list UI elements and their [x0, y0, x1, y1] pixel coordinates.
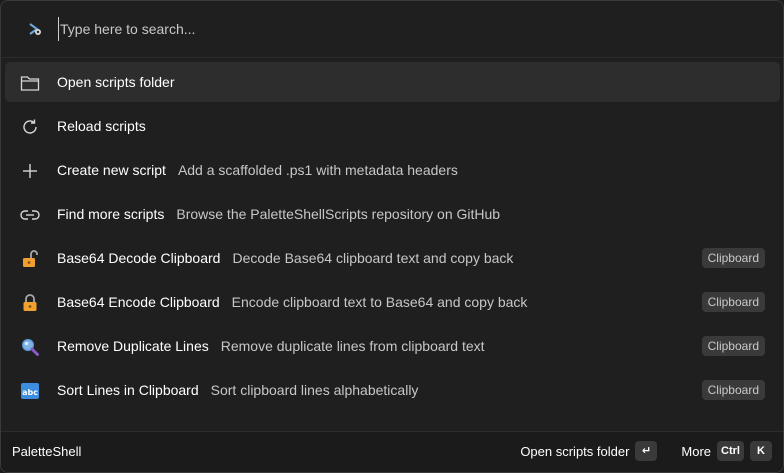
link-icon [20, 205, 40, 225]
category-tag: Clipboard [701, 248, 765, 268]
list-item-create-new-script[interactable]: Create new script Add a scaffolded .ps1 … [5, 150, 780, 190]
unlock-icon [20, 249, 40, 269]
refresh-icon [20, 117, 40, 137]
more-action-label[interactable]: More [681, 444, 711, 459]
list-item-remove-duplicate-lines[interactable]: Remove Duplicate Lines Remove duplicate … [5, 326, 780, 366]
item-description: Encode clipboard text to Base64 and copy… [231, 294, 528, 310]
item-title: Find more scripts [57, 206, 165, 222]
svg-text:abc: abc [22, 388, 38, 397]
ctrl-key-hint: Ctrl [717, 441, 744, 461]
search-input[interactable] [58, 17, 760, 41]
item-description: Decode Base64 clipboard text and copy ba… [232, 250, 514, 266]
item-title: Remove Duplicate Lines [57, 338, 209, 354]
list-item-base64-decode[interactable]: Base64 Decode Clipboard Decode Base64 cl… [5, 238, 780, 278]
primary-action-label[interactable]: Open scripts folder [520, 444, 629, 459]
palette-window: Open scripts folder Reload scripts [0, 0, 784, 473]
search-bar [1, 1, 783, 58]
item-title: Open scripts folder [57, 74, 175, 90]
item-description: Sort clipboard lines alphabetically [210, 382, 419, 398]
lock-icon [20, 293, 40, 313]
item-description: Browse the PaletteShellScripts repositor… [176, 206, 501, 222]
item-title: Sort Lines in Clipboard [57, 382, 199, 398]
item-description: Remove duplicate lines from clipboard te… [220, 338, 485, 354]
list-item-sort-lines[interactable]: abc Sort Lines in Clipboard Sort clipboa… [5, 370, 780, 410]
category-tag: Clipboard [701, 380, 765, 400]
k-key-hint: K [750, 441, 772, 461]
item-title: Reload scripts [57, 118, 146, 134]
footer-actions: Open scripts folder ↵ More Ctrl K [520, 441, 772, 461]
folder-icon [20, 73, 40, 93]
category-tag: Clipboard [701, 292, 765, 312]
item-title: Create new script [57, 162, 166, 178]
magnifier-icon [20, 337, 40, 357]
powershell-app-icon [27, 21, 43, 37]
list-item-open-scripts-folder[interactable]: Open scripts folder [5, 62, 780, 102]
list-item-base64-encode[interactable]: Base64 Encode Clipboard Encode clipboard… [5, 282, 780, 322]
abc-icon: abc [20, 381, 40, 401]
footer-bar: PaletteShell Open scripts folder ↵ More … [1, 431, 783, 472]
list-item-reload-scripts[interactable]: Reload scripts [5, 106, 780, 146]
plus-icon [20, 161, 40, 181]
item-description: Add a scaffolded .ps1 with metadata head… [177, 162, 458, 178]
command-list: Open scripts folder Reload scripts Creat… [5, 62, 780, 432]
item-title: Base64 Decode Clipboard [57, 250, 221, 266]
list-item-find-more-scripts[interactable]: Find more scripts Browse the PaletteShel… [5, 194, 780, 234]
footer-app-name: PaletteShell [12, 444, 82, 459]
category-tag: Clipboard [701, 336, 765, 356]
enter-key-hint: ↵ [635, 441, 658, 461]
item-title: Base64 Encode Clipboard [57, 294, 220, 310]
